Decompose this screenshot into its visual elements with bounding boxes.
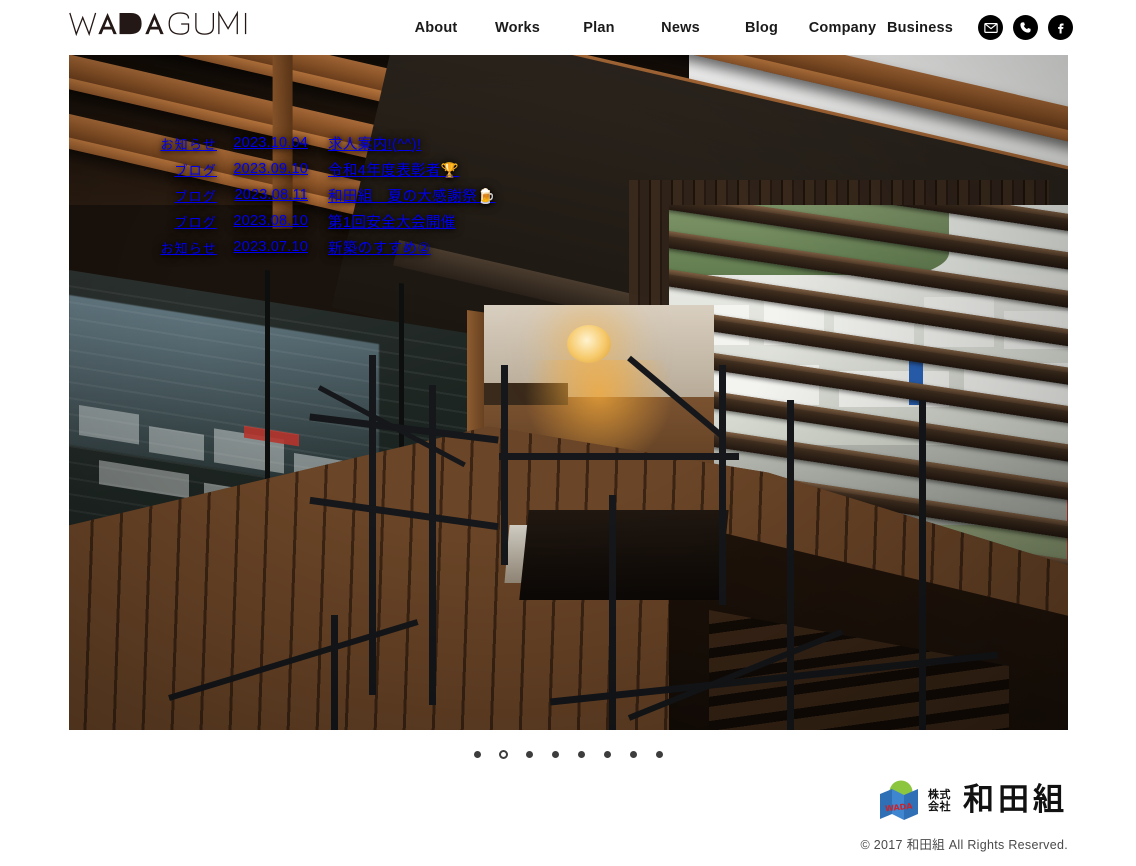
footer-logo[interactable]: WADA 株式 会社 和田組 [861,778,1068,822]
news-category: ブログ [174,188,217,204]
page-root: About Works Plan News Blog Company Busin… [0,0,1136,866]
nav-item-works[interactable]: Works [477,20,558,36]
carousel-dot-4[interactable] [542,745,568,763]
carousel-pagination [0,745,1136,763]
nav-item-news[interactable]: News [640,20,721,36]
site-footer: WADA 株式 会社 和田組 © 2017 和田組 All Rights Res… [861,778,1068,853]
social-links [978,15,1073,40]
news-title: 令和4年度表彰者🏆 [328,162,460,179]
news-title: 和田組 夏の大感謝祭🍺 [328,188,496,205]
copyright-text: © 2017 和田組 All Rights Reserved. [860,838,1068,852]
site-header: About Works Plan News Blog Company Busin… [0,0,1136,55]
phone-button[interactable] [1013,15,1038,40]
footer-company-name: 和田組 [963,782,1068,818]
news-title: 新築のすすめ② [328,240,431,257]
carousel-dot-6[interactable] [594,745,620,763]
news-date: 2023.10.04 [233,135,308,151]
carousel-dot-5[interactable] [568,745,594,763]
carousel-dot-7[interactable] [620,745,646,763]
phone-icon [1020,22,1031,33]
carousel-dot-3[interactable] [516,745,542,763]
nav-item-blog[interactable]: Blog [721,20,802,36]
news-date: 2023.08.10 [233,213,308,229]
hero-news-list: お知らせ 2023.10.04 求人案内!(^^)! ブログ 2023.09.1… [129,130,495,260]
news-item[interactable]: ブログ 2023.08.11 和田組 夏の大感謝祭🍺 [129,182,495,208]
news-item[interactable]: ブログ 2023.08.10 第1回安全大会開催 [129,208,495,234]
site-logo[interactable] [68,10,268,40]
carousel-dot-2[interactable] [490,745,516,763]
primary-nav: About Works Plan News Blog Company Busin… [395,0,957,55]
mail-icon [983,22,998,33]
wadagumi-mark-icon: WADA [880,780,918,820]
news-title: 求人案内!(^^)! [328,136,422,153]
news-date: 2023.07.10 [233,239,308,255]
hero-carousel[interactable]: お知らせ 2023.10.04 求人案内!(^^)! ブログ 2023.09.1… [69,55,1068,730]
news-item[interactable]: お知らせ 2023.07.10 新築のすすめ② [129,234,495,260]
news-date: 2023.08.11 [234,187,308,203]
facebook-icon [1058,23,1064,34]
prefix-line-2: 会社 [928,800,951,813]
wadagumi-logotype [69,10,247,37]
nav-item-business[interactable]: Business [883,20,957,36]
news-category: お知らせ [160,240,217,256]
carousel-dot-8[interactable] [646,745,672,763]
nav-item-plan[interactable]: Plan [558,20,640,36]
nav-item-company[interactable]: Company [802,20,883,36]
news-date: 2023.09.10 [233,161,308,177]
news-item[interactable]: お知らせ 2023.10.04 求人案内!(^^)! [129,130,495,156]
nav-item-about[interactable]: About [395,20,477,36]
facebook-button[interactable] [1048,15,1073,40]
news-item[interactable]: ブログ 2023.09.10 令和4年度表彰者🏆 [129,156,495,182]
news-category: お知らせ [160,136,217,152]
footer-company-prefix: 株式 会社 [928,787,951,814]
news-category: ブログ [174,214,217,230]
carousel-dot-1[interactable] [464,745,490,763]
mail-button[interactable] [978,15,1003,40]
news-title: 第1回安全大会開催 [328,214,456,231]
news-category: ブログ [174,162,217,178]
